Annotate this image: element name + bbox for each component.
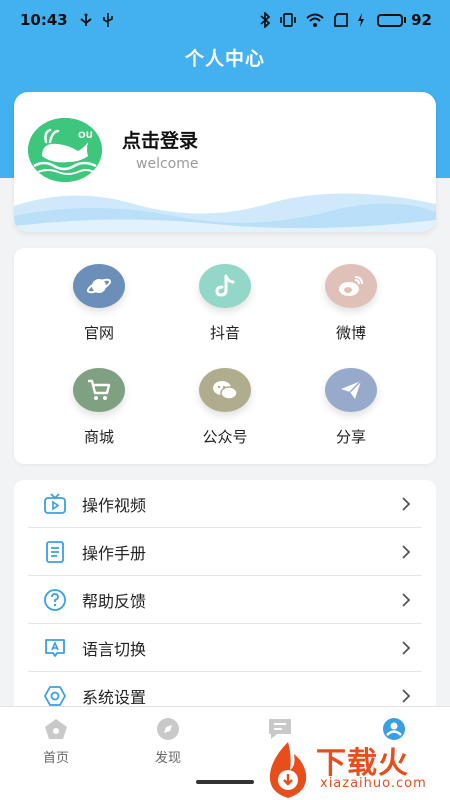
flame-logo-icon	[269, 742, 307, 798]
chevron-right-icon	[402, 689, 411, 703]
menu-item-label: 系统设置	[82, 688, 147, 707]
discover-icon	[157, 718, 179, 740]
wave-decoration	[14, 193, 436, 232]
tv-icon	[42, 491, 68, 517]
status-bar: 10:43 92	[0, 0, 450, 40]
shortcut-label: 抖音	[209, 324, 240, 342]
shortcut-douyin[interactable]: 抖音	[165, 264, 285, 343]
home-indicator[interactable]	[196, 780, 254, 784]
watermark-url: xiazaihuo.com	[320, 776, 427, 791]
menu-item-label: 操作手册	[82, 543, 147, 563]
shortcut-label: 微博	[335, 324, 366, 342]
profile-card[interactable]: OU 点击登录 welcome	[14, 92, 436, 232]
chevron-right-icon	[402, 496, 411, 511]
avatar[interactable]: OU	[28, 118, 102, 182]
login-link[interactable]: 点击登录	[122, 126, 198, 153]
shortcut-mall[interactable]: 商城	[39, 368, 159, 447]
wechat-icon	[199, 368, 251, 412]
usb-debug-icon	[102, 12, 114, 28]
weibo-icon	[325, 264, 377, 308]
tiktok-icon	[199, 264, 251, 308]
send-icon	[325, 368, 377, 412]
shortcut-label: 公众号	[202, 428, 248, 446]
help-icon	[42, 587, 68, 613]
sim-icon	[333, 13, 349, 27]
shortcut-weibo[interactable]: 微博	[291, 264, 411, 343]
menu-item-label: 操作视频	[82, 495, 147, 515]
usb-icon	[78, 13, 94, 27]
wifi-icon	[305, 12, 325, 28]
shortcut-label: 商城	[83, 428, 114, 446]
menu-item-manual[interactable]: 操作手册	[28, 528, 422, 576]
document-icon	[42, 539, 68, 565]
menu-list: 操作视频 操作手册 帮助反馈 语言切换 系统设置	[14, 480, 436, 720]
tab-label: 发现	[154, 751, 181, 766]
cart-icon	[73, 368, 125, 412]
charging-icon	[357, 13, 365, 27]
shortcut-share[interactable]: 分享	[291, 368, 411, 447]
chevron-right-icon	[402, 640, 411, 655]
shortcut-grid: 官网 抖音 微博 商城 公众号 分享	[14, 248, 436, 464]
shortcut-label: 官网	[83, 324, 114, 342]
status-time: 10:43	[20, 11, 68, 29]
page-title: 个人中心	[184, 48, 265, 70]
shortcut-official-account[interactable]: 公众号	[165, 368, 285, 447]
menu-item-language[interactable]: 语言切换	[28, 624, 422, 672]
home-icon	[45, 719, 67, 739]
language-icon	[42, 635, 68, 661]
shortcut-label: 分享	[335, 428, 366, 446]
menu-item-help[interactable]: 帮助反馈	[28, 576, 422, 624]
shortcut-website[interactable]: 官网	[39, 264, 159, 343]
chevron-right-icon	[402, 592, 411, 607]
menu-item-label: 帮助反馈	[82, 591, 147, 611]
whale-logo-icon: OU	[28, 118, 102, 182]
tab-discover[interactable]: 发现	[128, 717, 208, 766]
welcome-text: welcome	[136, 156, 199, 172]
tab-label: 首页	[42, 751, 69, 766]
menu-item-label: 语言切换	[82, 639, 147, 659]
watermark: 下载火 xiazaihuo.com	[262, 738, 450, 800]
vibrate-icon	[279, 12, 297, 28]
battery-percent: 92	[411, 11, 432, 29]
bluetooth-icon	[259, 12, 271, 28]
battery-icon	[377, 13, 407, 27]
planet-icon	[73, 264, 125, 308]
menu-item-video[interactable]: 操作视频	[28, 480, 422, 528]
tab-home[interactable]: 首页	[16, 717, 96, 766]
avatar-letters: OU	[78, 131, 93, 141]
chevron-right-icon	[402, 544, 411, 559]
